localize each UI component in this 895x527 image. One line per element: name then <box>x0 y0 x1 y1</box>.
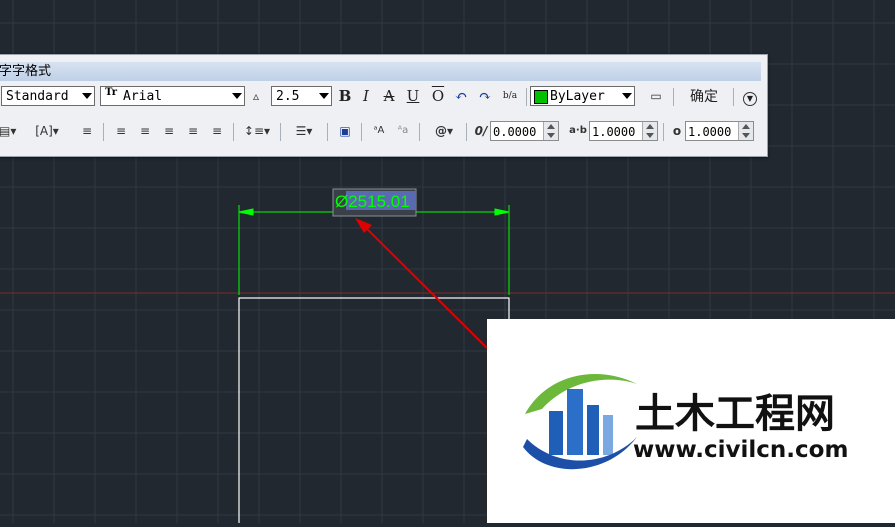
rectangle-outline <box>238 297 510 523</box>
toolbar-separator <box>327 123 328 141</box>
toolbar-separator <box>663 123 664 141</box>
toolbar-separator <box>280 123 281 141</box>
color-swatch-icon <box>534 90 548 104</box>
logo-building-2 <box>567 389 583 455</box>
logo-url: www.civilcn.com <box>633 437 848 463</box>
align-left-icon[interactable]: ≡ <box>113 121 129 141</box>
style-dropdown[interactable]: Standard <box>1 86 95 106</box>
font-type-icon: Tr <box>105 87 117 98</box>
chevron-down-icon <box>622 93 632 99</box>
toolbar-separator <box>673 88 674 106</box>
logo-graphic: 土木工程网 www.civilcn.com <box>523 374 848 470</box>
toolbar-separator <box>733 88 734 106</box>
stack-button[interactable]: b/a <box>500 86 520 106</box>
uppercase-icon[interactable]: ᵃA <box>371 121 387 141</box>
oblique-angle-input[interactable]: 0.0000 <box>490 121 559 141</box>
underline-button[interactable]: U <box>405 86 421 106</box>
color-dropdown[interactable]: ByLayer <box>530 86 635 106</box>
toolbar-separator <box>419 123 420 141</box>
toolbar-separator <box>361 123 362 141</box>
logo-building-4 <box>603 415 613 455</box>
chevron-down-icon <box>319 93 329 99</box>
options-chevron-icon: ▼ <box>743 92 757 106</box>
oblique-angle-icon: 0/ <box>474 124 488 138</box>
undo-button[interactable]: ↶ <box>453 86 469 106</box>
logo-building-1 <box>549 411 563 455</box>
watermark-logo: 土木工程网 www.civilcn.com <box>487 319 895 523</box>
toolbar-separator <box>233 123 234 141</box>
insert-field-icon[interactable]: ▣ <box>337 121 353 141</box>
chevron-down-icon <box>232 93 242 99</box>
distribute-icon[interactable]: ≡ <box>209 121 225 141</box>
style-dropdown-value: Standard <box>6 89 69 104</box>
text-height-icon: ▵ <box>252 89 260 103</box>
italic-button[interactable]: I <box>358 86 374 106</box>
dimension-text[interactable]: Ø2515.01 <box>335 192 410 211</box>
symbol-button[interactable]: @▾ <box>429 121 459 141</box>
text-height-dropdown[interactable]: 2.5 <box>271 86 332 106</box>
columns-icon[interactable]: ▤▾ <box>0 121 16 141</box>
tracking-input[interactable]: 1.0000 <box>589 121 658 141</box>
font-dropdown-value: Arial <box>123 89 163 104</box>
spinner-arrows-icon[interactable] <box>543 122 558 140</box>
width-factor-input[interactable]: 1.0000 <box>685 121 754 141</box>
spinner-arrows-icon[interactable] <box>642 122 657 140</box>
toolbar-separator <box>466 123 467 141</box>
width-factor-value: 1.0000 <box>688 125 732 139</box>
align-center-icon[interactable]: ≡ <box>137 121 153 141</box>
justify-icon[interactable]: ≡ <box>185 121 201 141</box>
oblique-angle-value: 0.0000 <box>493 125 537 139</box>
tracking-value: 1.0000 <box>592 125 636 139</box>
width-factor-icon: o <box>672 124 682 138</box>
font-dropdown[interactable]: Tr Arial <box>100 86 245 106</box>
align-right-icon[interactable]: ≡ <box>161 121 177 141</box>
justification-icon[interactable]: [A]▾ <box>33 121 61 141</box>
text-height-value: 2.5 <box>276 89 300 104</box>
spinner-arrows-icon[interactable] <box>738 122 753 140</box>
ok-button[interactable]: 确定 <box>682 86 726 106</box>
overline-button[interactable]: O <box>429 86 447 106</box>
strikethrough-button[interactable]: A <box>381 86 397 106</box>
redo-button[interactable]: ↷ <box>477 86 493 106</box>
color-dropdown-value: ByLayer <box>550 89 605 104</box>
numbering-icon[interactable]: ☰▾ <box>290 121 318 141</box>
ruler-icon[interactable]: ▭ <box>647 86 665 106</box>
text-formatting-toolbar: 字字格式 Standard Tr Arial ▵ 2.5 B I A U O ↶… <box>0 54 768 157</box>
tracking-icon: a·b <box>569 125 587 136</box>
toolbar-separator <box>103 123 104 141</box>
dimension-line <box>238 205 510 295</box>
logo-title: 土木工程网 <box>635 391 835 437</box>
toolbar-separator <box>526 88 527 106</box>
toolbar-title: 字字格式 <box>0 62 761 81</box>
line-spacing-icon[interactable]: ↕≡▾ <box>243 121 271 141</box>
lowercase-icon[interactable]: ᴬa <box>395 121 411 141</box>
paragraph-icon[interactable]: ≡ <box>79 121 95 141</box>
logo-building-3 <box>587 405 599 455</box>
bold-button[interactable]: B <box>336 86 354 106</box>
at-symbol-icon: @ <box>434 124 447 138</box>
options-button[interactable]: ▼ <box>741 86 759 106</box>
chevron-down-icon <box>82 93 92 99</box>
